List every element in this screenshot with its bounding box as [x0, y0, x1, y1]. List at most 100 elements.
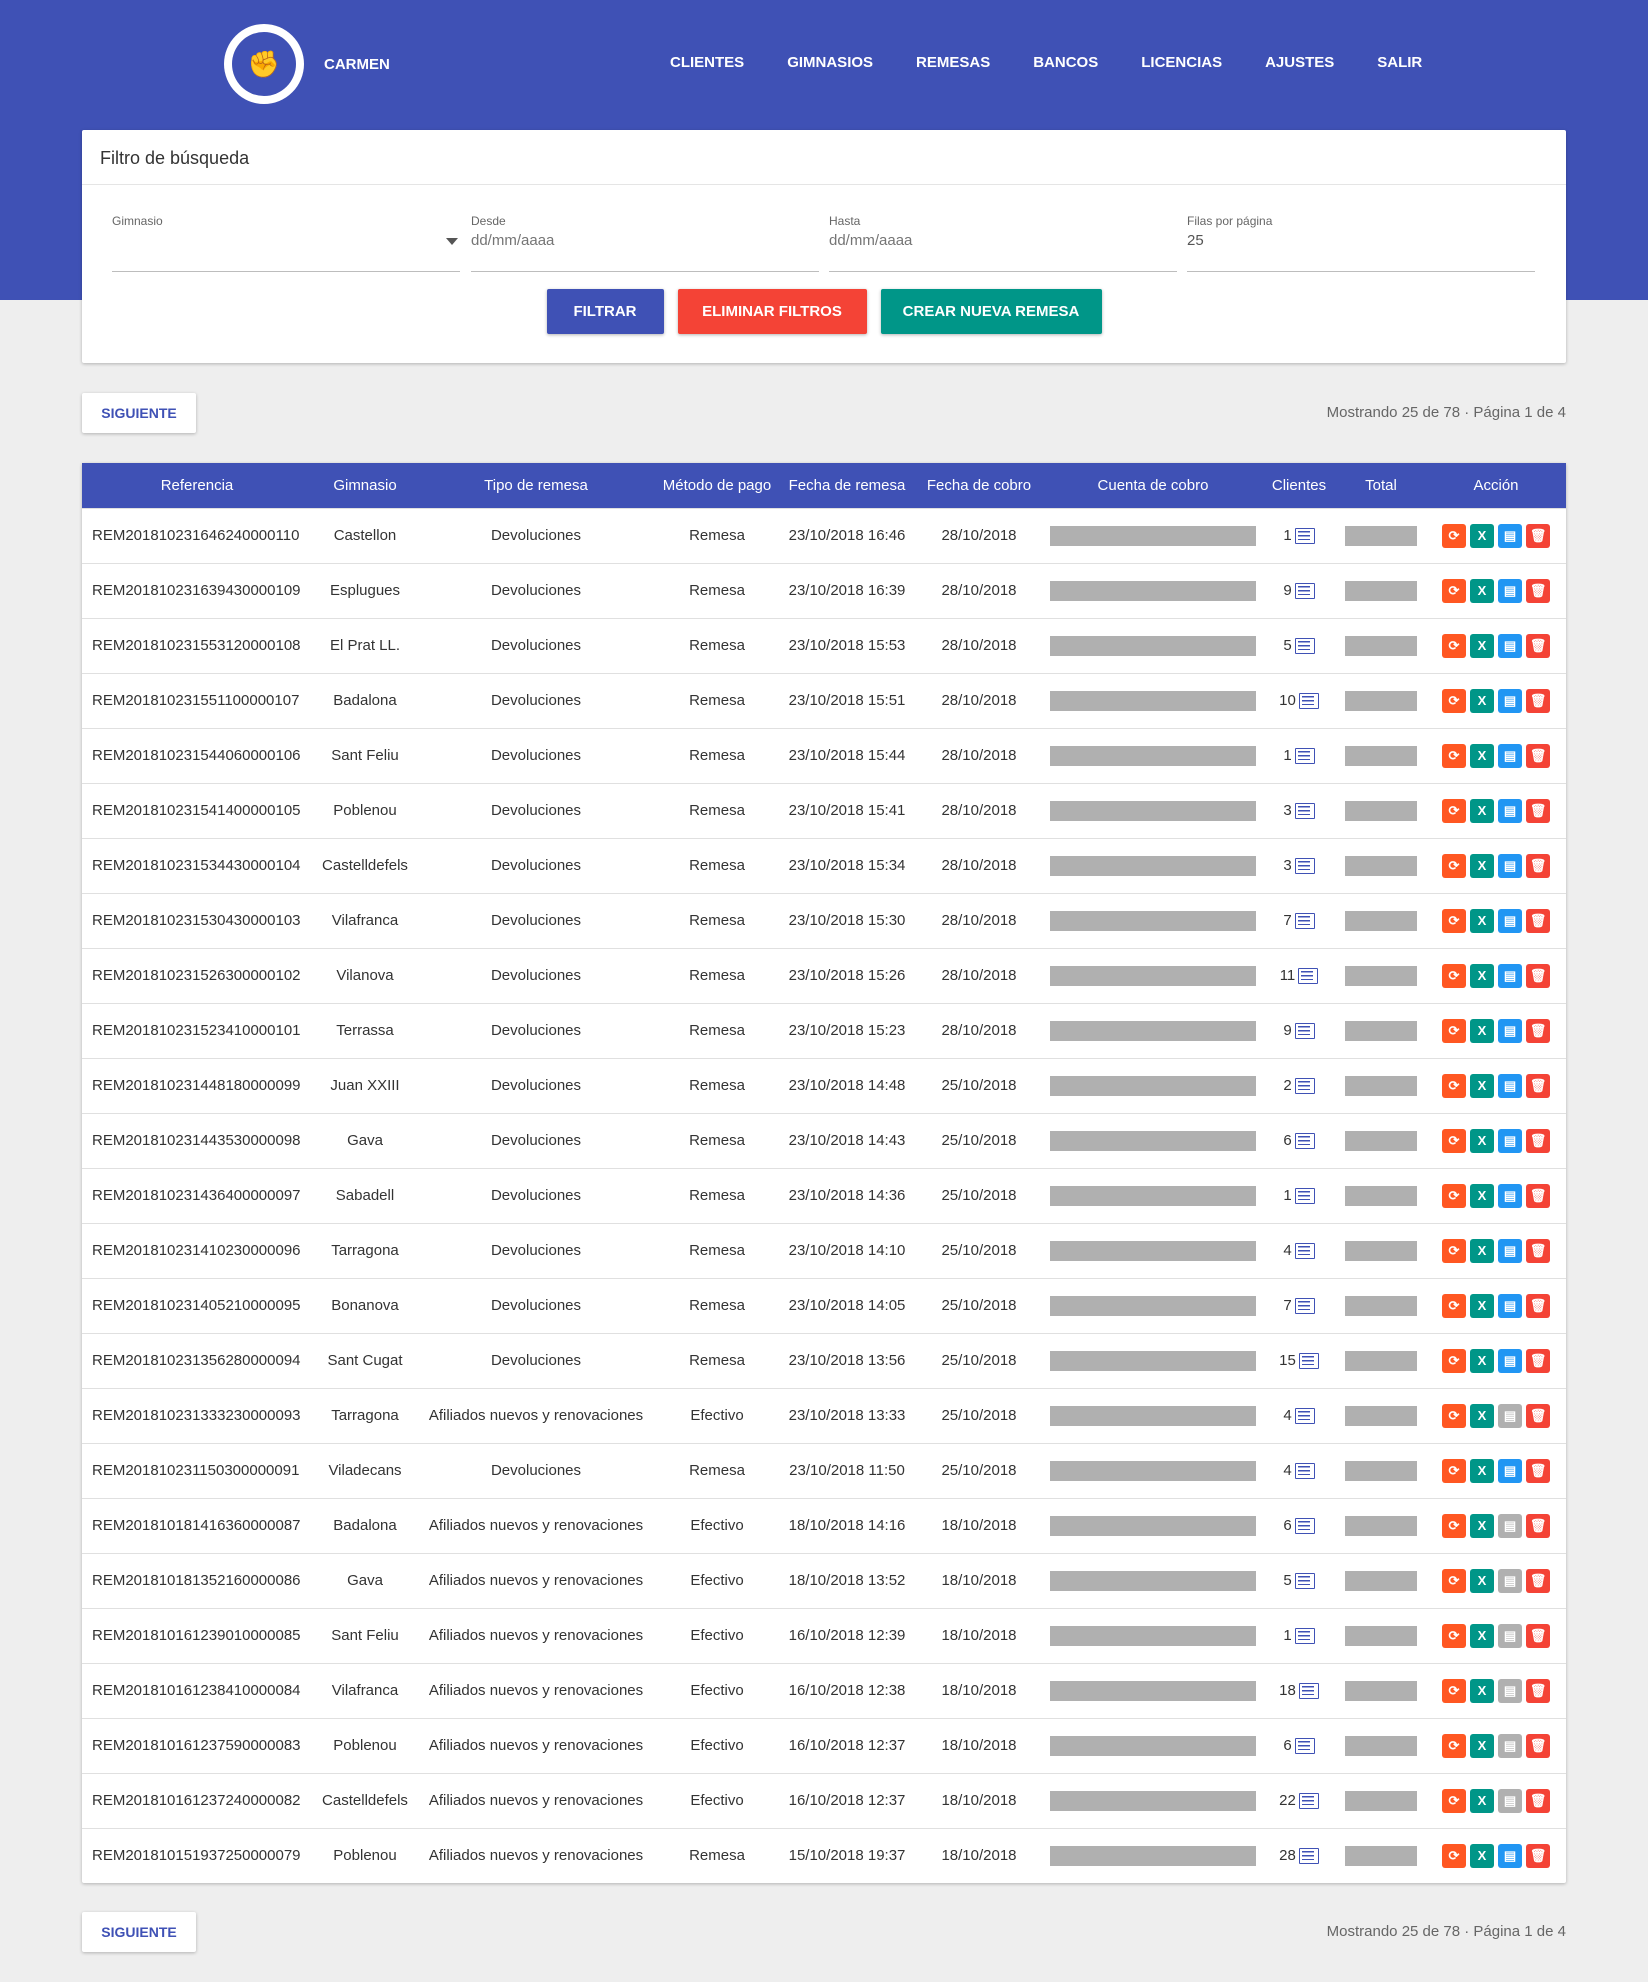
file-icon[interactable]: ▤ [1498, 1678, 1522, 1703]
refresh-icon[interactable]: ⟳ [1442, 963, 1466, 988]
file-icon[interactable]: ▤ [1498, 1403, 1522, 1428]
list-icon[interactable] [1294, 1628, 1315, 1645]
file-icon[interactable]: ▤ [1498, 1788, 1522, 1813]
list-icon[interactable] [1294, 1243, 1315, 1260]
list-icon[interactable] [1294, 1463, 1315, 1480]
trash-icon[interactable]: 🗑 [1526, 688, 1550, 713]
cell-clientes[interactable]: 2 [1262, 1058, 1336, 1113]
cell-clientes[interactable]: 15 [1262, 1333, 1336, 1388]
file-icon[interactable]: ▤ [1498, 1733, 1522, 1758]
cell-clientes[interactable]: 9 [1262, 1003, 1336, 1058]
file-icon[interactable]: ▤ [1498, 1238, 1522, 1263]
excel-icon[interactable]: X [1470, 688, 1494, 713]
file-icon[interactable]: ▤ [1498, 798, 1522, 823]
nav-ajustes[interactable]: AJUSTES [1265, 54, 1334, 71]
refresh-icon[interactable]: ⟳ [1442, 1348, 1466, 1373]
cell-clientes[interactable]: 5 [1262, 618, 1336, 673]
excel-icon[interactable]: X [1470, 1183, 1494, 1208]
file-icon[interactable]: ▤ [1498, 908, 1522, 933]
refresh-icon[interactable]: ⟳ [1442, 1678, 1466, 1703]
cell-clientes[interactable]: 10 [1262, 673, 1336, 728]
file-icon[interactable]: ▤ [1498, 523, 1522, 548]
filtrar-button[interactable]: FILTRAR [546, 289, 664, 334]
list-icon[interactable] [1294, 803, 1315, 820]
excel-icon[interactable]: X [1470, 1843, 1494, 1868]
excel-icon[interactable]: X [1470, 1458, 1494, 1483]
excel-icon[interactable]: X [1470, 1513, 1494, 1538]
cell-clientes[interactable]: 4 [1262, 1388, 1336, 1443]
file-icon[interactable]: ▤ [1498, 1073, 1522, 1098]
excel-icon[interactable]: X [1470, 1623, 1494, 1648]
refresh-icon[interactable]: ⟳ [1442, 1018, 1466, 1043]
gimnasio-select[interactable]: Gimnasio [112, 214, 460, 272]
list-icon[interactable] [1294, 1298, 1315, 1315]
logo[interactable]: ✊ [224, 24, 304, 104]
trash-icon[interactable]: 🗑 [1526, 1513, 1550, 1538]
list-icon[interactable] [1294, 1023, 1315, 1040]
cell-clientes[interactable]: 1 [1262, 1608, 1336, 1663]
cell-clientes[interactable]: 9 [1262, 563, 1336, 618]
next-page-button-bottom[interactable]: SIGUIENTE [82, 1912, 196, 1952]
refresh-icon[interactable]: ⟳ [1442, 633, 1466, 658]
trash-icon[interactable]: 🗑 [1526, 1678, 1550, 1703]
cell-clientes[interactable]: 3 [1262, 838, 1336, 893]
trash-icon[interactable]: 🗑 [1526, 1128, 1550, 1153]
chevron-down-icon[interactable] [446, 238, 458, 245]
list-icon[interactable] [1294, 1078, 1315, 1095]
nav-licencias[interactable]: LICENCIAS [1141, 54, 1222, 71]
excel-icon[interactable]: X [1470, 1128, 1494, 1153]
refresh-icon[interactable]: ⟳ [1442, 1623, 1466, 1648]
nav-remesas[interactable]: REMESAS [916, 54, 990, 71]
excel-icon[interactable]: X [1470, 1568, 1494, 1593]
trash-icon[interactable]: 🗑 [1526, 1018, 1550, 1043]
excel-icon[interactable]: X [1470, 1678, 1494, 1703]
cell-clientes[interactable]: 1 [1262, 728, 1336, 783]
list-icon[interactable] [1294, 1188, 1315, 1205]
list-icon[interactable] [1294, 1518, 1315, 1535]
list-icon[interactable] [1294, 1738, 1315, 1755]
refresh-icon[interactable]: ⟳ [1442, 578, 1466, 603]
list-icon[interactable] [1294, 638, 1315, 655]
list-icon[interactable] [1294, 1408, 1315, 1425]
trash-icon[interactable]: 🗑 [1526, 1568, 1550, 1593]
file-icon[interactable]: ▤ [1498, 963, 1522, 988]
refresh-icon[interactable]: ⟳ [1442, 1568, 1466, 1593]
list-icon[interactable] [1298, 1848, 1319, 1865]
trash-icon[interactable]: 🗑 [1526, 633, 1550, 658]
refresh-icon[interactable]: ⟳ [1442, 1293, 1466, 1318]
trash-icon[interactable]: 🗑 [1526, 1403, 1550, 1428]
cell-clientes[interactable]: 22 [1262, 1773, 1336, 1828]
file-icon[interactable]: ▤ [1498, 1293, 1522, 1318]
file-icon[interactable]: ▤ [1498, 1018, 1522, 1043]
excel-icon[interactable]: X [1470, 523, 1494, 548]
list-icon[interactable] [1294, 858, 1315, 875]
next-page-button-top[interactable]: SIGUIENTE [82, 393, 196, 433]
file-icon[interactable]: ▤ [1498, 688, 1522, 713]
cell-clientes[interactable]: 4 [1262, 1223, 1336, 1278]
excel-icon[interactable]: X [1470, 853, 1494, 878]
trash-icon[interactable]: 🗑 [1526, 1293, 1550, 1318]
list-icon[interactable] [1298, 1353, 1319, 1370]
eliminar-filtros-button[interactable]: ELIMINAR FILTROS [677, 289, 867, 334]
trash-icon[interactable]: 🗑 [1526, 1788, 1550, 1813]
cell-clientes[interactable]: 6 [1262, 1113, 1336, 1168]
nav-clientes[interactable]: CLIENTES [670, 54, 744, 71]
refresh-icon[interactable]: ⟳ [1442, 1733, 1466, 1758]
nav-bancos[interactable]: BANCOS [1033, 54, 1098, 71]
refresh-icon[interactable]: ⟳ [1442, 1513, 1466, 1538]
trash-icon[interactable]: 🗑 [1526, 908, 1550, 933]
trash-icon[interactable]: 🗑 [1526, 1733, 1550, 1758]
excel-icon[interactable]: X [1470, 633, 1494, 658]
refresh-icon[interactable]: ⟳ [1442, 1238, 1466, 1263]
file-icon[interactable]: ▤ [1498, 1183, 1522, 1208]
list-icon[interactable] [1298, 968, 1319, 985]
nav-gimnasios[interactable]: GIMNASIOS [787, 54, 873, 71]
filas-field[interactable]: Filas por página [1187, 214, 1535, 272]
excel-icon[interactable]: X [1470, 963, 1494, 988]
cell-clientes[interactable]: 28 [1262, 1828, 1336, 1883]
excel-icon[interactable]: X [1470, 1293, 1494, 1318]
excel-icon[interactable]: X [1470, 1018, 1494, 1043]
refresh-icon[interactable]: ⟳ [1442, 1458, 1466, 1483]
file-icon[interactable]: ▤ [1498, 1128, 1522, 1153]
hasta-input[interactable] [829, 232, 1177, 249]
